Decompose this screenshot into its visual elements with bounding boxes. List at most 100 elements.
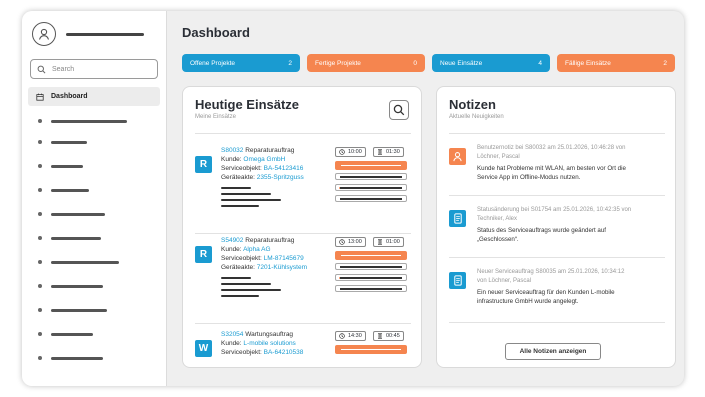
job-duration: 01:00 <box>386 239 400 245</box>
sidebar-item[interactable] <box>38 258 119 266</box>
note-header-author: Löchner, Pascal <box>477 154 520 160</box>
note-body: Kunde hat Probleme mit WLAN, am besten v… <box>477 165 626 172</box>
sidebar-item-dashboard[interactable]: Dashboard <box>28 87 160 106</box>
job-device-file[interactable]: 2355-Spritzguss <box>257 174 304 181</box>
note-header: Benutzernotiz bei S80032 am 25.01.2026, … <box>477 145 626 151</box>
job-service-object[interactable]: BA-54123416 <box>264 165 304 172</box>
time-chip: 13:00 <box>335 237 366 247</box>
sidebar: Search Dashboard <box>22 11 167 386</box>
tile-offene-projekte[interactable]: Offene Projekte 2 <box>182 54 300 72</box>
time-chip: 14:30 <box>335 331 366 341</box>
sidebar-item[interactable] <box>38 282 103 290</box>
hourglass-icon <box>378 149 382 155</box>
job-time: 14:30 <box>348 333 362 339</box>
tile-fertige-projekte[interactable]: Fertige Projekte 0 <box>307 54 425 72</box>
job-card[interactable]: R S80032 Reparaturauftrag Kunde: Omega G… <box>195 147 413 227</box>
tile-neue-einsaetze[interactable]: Neue Einsätze 4 <box>432 54 550 72</box>
notes-panel-title: Notizen <box>449 97 496 112</box>
sidebar-item[interactable] <box>38 138 87 146</box>
job-number[interactable]: S32054 <box>221 331 243 338</box>
note-body: Service App im Offline-Modus nutzen. <box>477 174 581 181</box>
clock-icon <box>339 149 345 155</box>
job-device-file[interactable]: 7201-Kühlsystem <box>257 264 307 271</box>
note-body: infrastructure GmbH wurde angelegt. <box>477 298 579 305</box>
objekt-label: Serviceobjekt: <box>221 255 262 262</box>
search-input[interactable]: Search <box>30 59 158 79</box>
notes-panel: Notizen Aktuelle Neuigkeiten Benutzernot… <box>436 86 676 368</box>
job-service-object[interactable]: BA-64210538 <box>264 349 304 356</box>
tile-label: Fertige Projekte <box>315 59 361 67</box>
kunde-label: Kunde: <box>221 246 242 253</box>
sidebar-item[interactable] <box>38 210 105 218</box>
objekt-label: Serviceobjekt: <box>221 349 262 356</box>
tile-label: Fällige Einsätze <box>565 59 611 67</box>
jobs-panel-subtitle: Meine Einsätze <box>195 114 237 120</box>
job-service-object[interactable]: LM-87145679 <box>264 255 304 262</box>
job-type: Reparaturauftrag <box>245 147 295 154</box>
time-chip: 10:00 <box>335 147 366 157</box>
jobs-panel-title: Heutige Einsätze <box>195 97 300 112</box>
sidebar-item[interactable] <box>38 117 127 125</box>
sidebar-item[interactable] <box>38 234 101 242</box>
tile-count: 4 <box>538 59 542 67</box>
status-bar <box>335 161 407 170</box>
job-time: 13:00 <box>348 239 362 245</box>
note-body: Ein neuer Serviceauftrag für den Kunden … <box>477 289 615 296</box>
notes-panel-subtitle: Aktuelle Neuigkeiten <box>449 114 504 120</box>
jobs-panel: Heutige Einsätze Meine Einsätze R S80032… <box>182 86 422 368</box>
note-header-author: Techniker, Alex <box>477 216 518 222</box>
clock-icon <box>339 333 345 339</box>
tile-count: 2 <box>663 59 667 67</box>
job-customer[interactable]: L-mobile solutions <box>243 340 295 347</box>
sidebar-item-label: Dashboard <box>51 93 88 100</box>
job-badge: R <box>195 246 212 263</box>
geraet-label: Geräteakte: <box>221 264 255 271</box>
job-customer[interactable]: Omega GmbH <box>243 156 285 163</box>
page-title: Dashboard <box>182 25 250 40</box>
user-icon <box>38 28 50 40</box>
sidebar-item[interactable] <box>38 330 93 338</box>
job-number[interactable]: S54902 <box>221 237 243 244</box>
duration-chip: 01:00 <box>373 237 404 247</box>
user-icon <box>449 148 466 165</box>
jobs-search-button[interactable] <box>389 100 409 120</box>
kunde-label: Kunde: <box>221 156 242 163</box>
geraet-label: Geräteakte: <box>221 174 255 181</box>
job-card[interactable]: R S54902 Reparaturauftrag Kunde: Alpha A… <box>195 237 413 317</box>
objekt-label: Serviceobjekt: <box>221 165 262 172</box>
job-type: Wartungsauftrag <box>245 331 294 338</box>
duration-chip: 01:30 <box>373 147 404 157</box>
job-number[interactable]: S80032 <box>221 147 243 154</box>
search-icon <box>393 104 405 116</box>
tile-count: 2 <box>288 59 292 67</box>
job-badge: W <box>195 340 212 357</box>
tile-count: 0 <box>413 59 417 67</box>
tile-label: Offene Projekte <box>190 59 236 67</box>
job-type: Reparaturauftrag <box>245 237 295 244</box>
job-duration: 01:30 <box>386 149 400 155</box>
sidebar-item[interactable] <box>38 306 107 314</box>
note-header-author: von Löchner, Pascal <box>477 278 532 284</box>
sidebar-item[interactable] <box>38 186 89 194</box>
tile-faellige-einsaetze[interactable]: Fällige Einsätze 2 <box>557 54 675 72</box>
sidebar-item[interactable] <box>38 354 103 362</box>
document-icon <box>449 272 466 289</box>
hourglass-icon <box>378 239 382 245</box>
status-bar <box>335 251 407 260</box>
search-icon <box>37 65 46 73</box>
note-body: Status des Serviceauftrags wurde geänder… <box>477 227 606 234</box>
app-window: Search Dashboard Dashboard Offene Projek… <box>22 11 684 386</box>
job-time: 10:00 <box>348 149 362 155</box>
show-all-notes-button[interactable]: Alle Notizen anzeigen <box>505 343 601 360</box>
avatar[interactable] <box>32 22 56 46</box>
tile-label: Neue Einsätze <box>440 59 483 67</box>
job-duration: 00:45 <box>386 333 400 339</box>
status-bar <box>335 345 407 354</box>
clock-icon <box>339 239 345 245</box>
note-header: Statusänderung bei S01754 am 25.01.2026,… <box>477 207 632 213</box>
sidebar-item[interactable] <box>38 162 83 170</box>
job-badge: R <box>195 156 212 173</box>
hourglass-icon <box>378 333 382 339</box>
job-card[interactable]: W S32054 Wartungsauftrag Kunde: L-mobile… <box>195 331 413 367</box>
job-customer[interactable]: Alpha AG <box>243 246 270 253</box>
